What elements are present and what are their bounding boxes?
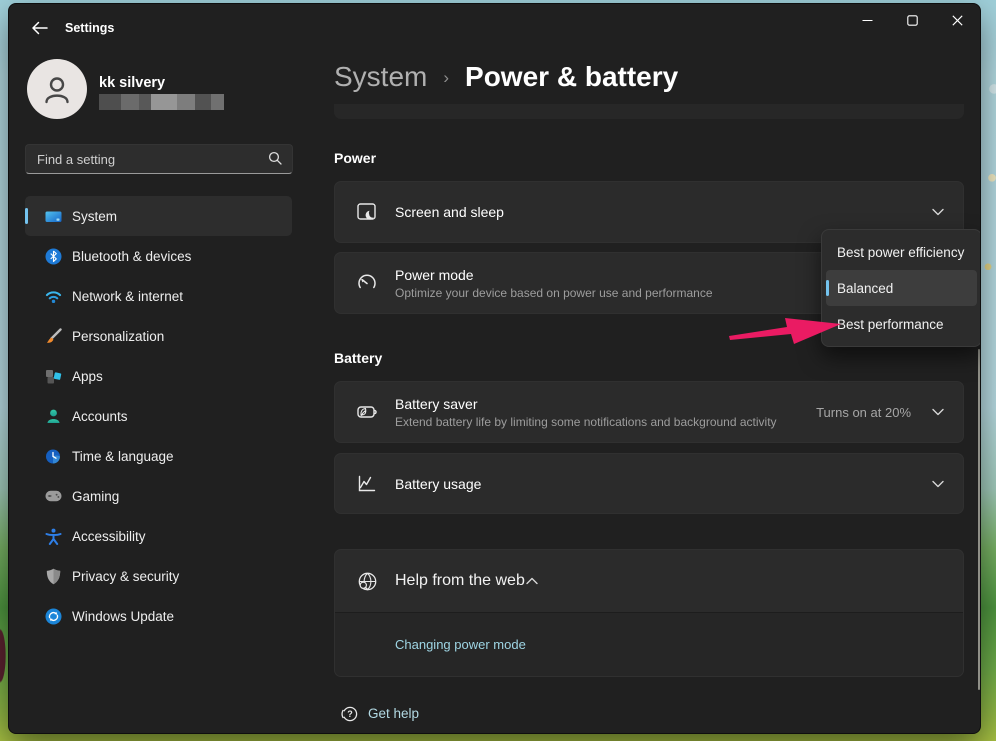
- sidebar-item-accessibility[interactable]: Accessibility: [25, 516, 292, 556]
- sidebar-nav: System Bluetooth & devices: [25, 196, 292, 636]
- card-battery-saver[interactable]: Battery saver Extend battery life by lim…: [334, 381, 964, 443]
- accessibility-icon: [45, 528, 62, 545]
- sidebar-item-windows-update[interactable]: Windows Update: [25, 596, 292, 636]
- personalization-icon: [45, 328, 62, 345]
- help-web-globe-icon: [355, 571, 379, 592]
- breadcrumb: System › Power & battery: [334, 61, 678, 93]
- dropdown-item-best-power-efficiency[interactable]: Best power efficiency: [826, 234, 977, 270]
- app-title: Settings: [65, 21, 114, 35]
- chevron-down-icon[interactable]: [931, 480, 945, 488]
- power-mode-dropdown: Best power efficiency Balanced Best perf…: [821, 229, 981, 347]
- sidebar-item-label: Accounts: [72, 409, 128, 424]
- close-button[interactable]: [935, 4, 980, 37]
- back-arrow-icon: [31, 21, 49, 35]
- sidebar-item-label: Bluetooth & devices: [72, 249, 191, 264]
- help-from-web-header[interactable]: Help from the web: [335, 550, 963, 612]
- sidebar-item-personalization[interactable]: Personalization: [25, 316, 292, 356]
- main-content: System › Power & battery Power Screen an…: [334, 50, 964, 733]
- settings-window: Settings: [8, 3, 981, 734]
- privacy-icon: [45, 568, 62, 585]
- card-title: Screen and sleep: [395, 204, 931, 220]
- card-title: Battery saver: [395, 396, 816, 412]
- battery-usage-icon: [355, 475, 379, 493]
- card-title: Battery usage: [395, 476, 931, 492]
- maximize-icon: [907, 15, 918, 26]
- sidebar-item-bluetooth-devices[interactable]: Bluetooth & devices: [25, 236, 292, 276]
- sidebar-item-network-internet[interactable]: Network & internet: [25, 276, 292, 316]
- sidebar-item-label: Apps: [72, 369, 103, 384]
- sidebar-item-apps[interactable]: Apps: [25, 356, 292, 396]
- screen-sleep-icon: [355, 202, 379, 222]
- system-icon: [45, 208, 62, 225]
- redacted-email: [99, 94, 224, 110]
- section-label-power: Power: [334, 150, 376, 166]
- power-mode-icon: [355, 273, 379, 293]
- svg-text:?: ?: [347, 709, 353, 719]
- breadcrumb-separator: ›: [443, 68, 449, 88]
- sidebar-item-label: System: [72, 209, 117, 224]
- breadcrumb-system[interactable]: System: [334, 61, 427, 93]
- network-icon: [45, 288, 62, 305]
- gaming-icon: [45, 488, 62, 505]
- search-icon[interactable]: [264, 151, 292, 168]
- section-label-battery: Battery: [334, 350, 382, 366]
- battery-saver-value: Turns on at 20%: [816, 405, 911, 420]
- help-link-changing-power-mode[interactable]: Changing power mode: [395, 637, 526, 652]
- card-subtitle: Extend battery life by limiting some not…: [395, 415, 816, 429]
- scrollbar[interactable]: [978, 349, 980, 690]
- search-input[interactable]: [26, 152, 264, 167]
- sidebar-item-system[interactable]: System: [25, 196, 292, 236]
- get-help-link[interactable]: ? Get help: [341, 705, 419, 722]
- dropdown-item-balanced[interactable]: Balanced: [826, 270, 977, 306]
- maximize-button[interactable]: [890, 4, 935, 37]
- card-battery-usage[interactable]: Battery usage: [334, 453, 964, 514]
- close-icon: [952, 15, 963, 26]
- card-help-from-web: Help from the web Changing power mode: [334, 549, 964, 677]
- sidebar-item-time-language[interactable]: Time & language: [25, 436, 292, 476]
- sidebar: kk silvery: [9, 50, 325, 733]
- help-from-web-body: Changing power mode: [335, 612, 963, 676]
- sidebar-item-accounts[interactable]: Accounts: [25, 396, 292, 436]
- get-help-icon: ?: [341, 705, 358, 722]
- sidebar-item-gaming[interactable]: Gaming: [25, 476, 292, 516]
- sidebar-item-label: Accessibility: [72, 529, 146, 544]
- page-title: Power & battery: [465, 61, 678, 93]
- apps-icon: [45, 368, 62, 385]
- avatar[interactable]: [27, 59, 87, 119]
- card-title: Help from the web: [395, 572, 525, 590]
- sidebar-item-label: Gaming: [72, 489, 119, 504]
- windows-update-icon: [45, 608, 62, 625]
- sidebar-item-label: Windows Update: [72, 609, 174, 624]
- get-help-label: Get help: [368, 706, 419, 721]
- sidebar-item-label: Personalization: [72, 329, 164, 344]
- sidebar-item-privacy-security[interactable]: Privacy & security: [25, 556, 292, 596]
- window-controls: [845, 4, 980, 37]
- sidebar-item-label: Network & internet: [72, 289, 183, 304]
- chevron-up-icon[interactable]: [525, 577, 539, 585]
- chevron-down-icon[interactable]: [931, 408, 945, 416]
- sidebar-item-label: Privacy & security: [72, 569, 179, 584]
- annotation-arrow: [729, 310, 841, 346]
- accounts-icon: [45, 408, 62, 425]
- minimize-icon: [862, 15, 873, 26]
- minimize-button[interactable]: [845, 4, 890, 37]
- user-icon: [40, 72, 74, 106]
- time-language-icon: [45, 448, 62, 465]
- bluetooth-icon: [45, 248, 62, 265]
- sidebar-item-label: Time & language: [72, 449, 174, 464]
- chevron-down-icon[interactable]: [931, 208, 945, 216]
- scrolled-card-partial: [334, 104, 964, 119]
- battery-saver-icon: [355, 403, 379, 421]
- back-button[interactable]: [27, 17, 53, 39]
- search-box: [25, 144, 293, 174]
- titlebar: Settings: [9, 4, 980, 50]
- dropdown-item-best-performance[interactable]: Best performance: [826, 306, 977, 342]
- profile-name: kk silvery: [99, 75, 165, 91]
